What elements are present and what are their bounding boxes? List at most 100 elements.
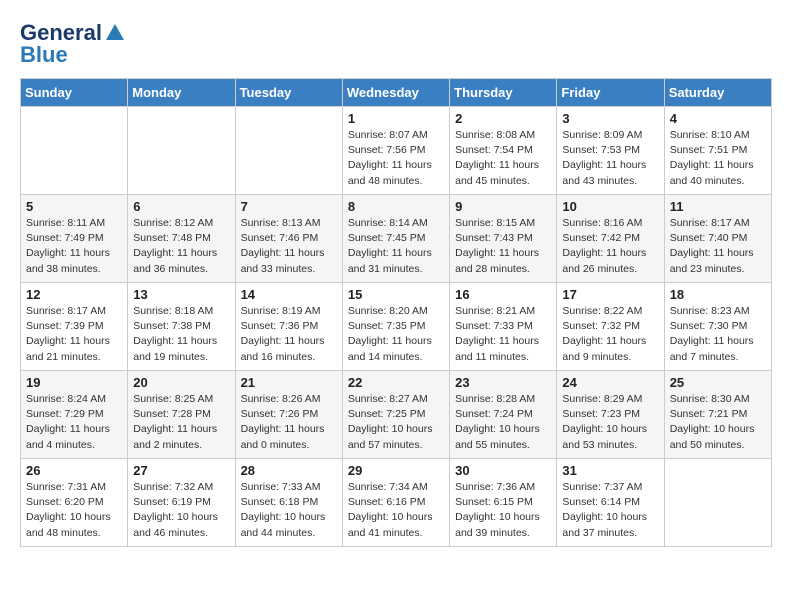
calendar-cell: 6 Sunrise: 8:12 AM Sunset: 7:48 PM Daylig… bbox=[128, 195, 235, 283]
day-info: Sunrise: 8:22 AM Sunset: 7:32 PM Dayligh… bbox=[562, 304, 658, 365]
day-info: Sunrise: 8:27 AM Sunset: 7:25 PM Dayligh… bbox=[348, 392, 444, 453]
calendar-cell: 4 Sunrise: 8:10 AM Sunset: 7:51 PM Daylig… bbox=[664, 107, 771, 195]
day-info: Sunrise: 8:24 AM Sunset: 7:29 PM Dayligh… bbox=[26, 392, 122, 453]
weekday-header-monday: Monday bbox=[128, 79, 235, 107]
calendar-cell: 26 Sunrise: 7:31 AM Sunset: 6:20 PM Dayli… bbox=[21, 459, 128, 547]
day-number: 17 bbox=[562, 287, 658, 302]
weekday-header-friday: Friday bbox=[557, 79, 664, 107]
day-number: 26 bbox=[26, 463, 122, 478]
calendar-cell: 18 Sunrise: 8:23 AM Sunset: 7:30 PM Dayli… bbox=[664, 283, 771, 371]
calendar-cell bbox=[21, 107, 128, 195]
weekday-header-row: SundayMondayTuesdayWednesdayThursdayFrid… bbox=[21, 79, 772, 107]
day-info: Sunrise: 7:32 AM Sunset: 6:19 PM Dayligh… bbox=[133, 480, 229, 541]
day-number: 9 bbox=[455, 199, 551, 214]
day-number: 18 bbox=[670, 287, 766, 302]
weekday-header-thursday: Thursday bbox=[450, 79, 557, 107]
calendar-cell: 14Sunrise: 8:19 AM Sunset: 7:36 PM Dayli… bbox=[235, 283, 342, 371]
day-number: 25 bbox=[670, 375, 766, 390]
day-info: Sunrise: 8:13 AM Sunset: 7:46 PM Dayligh… bbox=[241, 216, 337, 277]
day-info: Sunrise: 8:26 AM Sunset: 7:26 PM Dayligh… bbox=[241, 392, 337, 453]
calendar-cell: 30 Sunrise: 7:36 AM Sunset: 6:15 PM Dayli… bbox=[450, 459, 557, 547]
weekday-header-wednesday: Wednesday bbox=[342, 79, 449, 107]
day-info: Sunrise: 8:09 AM Sunset: 7:53 PM Dayligh… bbox=[562, 128, 658, 189]
calendar-cell: 15 Sunrise: 8:20 AM Sunset: 7:35 PM Dayli… bbox=[342, 283, 449, 371]
day-info: Sunrise: 8:21 AM Sunset: 7:33 PM Dayligh… bbox=[455, 304, 551, 365]
day-info: Sunrise: 8:23 AM Sunset: 7:30 PM Dayligh… bbox=[670, 304, 766, 365]
calendar-cell: 11 Sunrise: 8:17 AM Sunset: 7:40 PM Dayli… bbox=[664, 195, 771, 283]
day-number: 5 bbox=[26, 199, 122, 214]
day-number: 30 bbox=[455, 463, 551, 478]
day-number: 10 bbox=[562, 199, 658, 214]
day-info: Sunrise: 8:18 AM Sunset: 7:38 PM Dayligh… bbox=[133, 304, 229, 365]
day-number: 12 bbox=[26, 287, 122, 302]
calendar-cell: 10 Sunrise: 8:16 AM Sunset: 7:42 PM Dayli… bbox=[557, 195, 664, 283]
day-number: 31 bbox=[562, 463, 658, 478]
day-info: Sunrise: 8:25 AM Sunset: 7:28 PM Dayligh… bbox=[133, 392, 229, 453]
calendar-cell: 20 Sunrise: 8:25 AM Sunset: 7:28 PM Dayli… bbox=[128, 371, 235, 459]
calendar-table: SundayMondayTuesdayWednesdayThursdayFrid… bbox=[20, 78, 772, 547]
day-info: Sunrise: 7:33 AM Sunset: 6:18 PM Dayligh… bbox=[241, 480, 337, 541]
day-info: Sunrise: 8:10 AM Sunset: 7:51 PM Dayligh… bbox=[670, 128, 766, 189]
day-number: 8 bbox=[348, 199, 444, 214]
day-info: Sunrise: 8:17 AM Sunset: 7:39 PM Dayligh… bbox=[26, 304, 122, 365]
calendar-week-4: 19 Sunrise: 8:24 AM Sunset: 7:29 PM Dayli… bbox=[21, 371, 772, 459]
day-number: 21 bbox=[241, 375, 337, 390]
day-number: 1 bbox=[348, 111, 444, 126]
day-number: 15 bbox=[348, 287, 444, 302]
day-info: Sunrise: 8:20 AM Sunset: 7:35 PM Dayligh… bbox=[348, 304, 444, 365]
day-number: 16 bbox=[455, 287, 551, 302]
day-info: Sunrise: 7:31 AM Sunset: 6:20 PM Dayligh… bbox=[26, 480, 122, 541]
day-number: 19 bbox=[26, 375, 122, 390]
day-info: Sunrise: 7:36 AM Sunset: 6:15 PM Dayligh… bbox=[455, 480, 551, 541]
day-info: Sunrise: 8:07 AM Sunset: 7:56 PM Dayligh… bbox=[348, 128, 444, 189]
logo-icon bbox=[104, 22, 126, 44]
day-number: 27 bbox=[133, 463, 229, 478]
day-info: Sunrise: 8:08 AM Sunset: 7:54 PM Dayligh… bbox=[455, 128, 551, 189]
calendar-week-1: 1 Sunrise: 8:07 AM Sunset: 7:56 PM Daylig… bbox=[21, 107, 772, 195]
calendar-cell: 27 Sunrise: 7:32 AM Sunset: 6:19 PM Dayli… bbox=[128, 459, 235, 547]
day-number: 11 bbox=[670, 199, 766, 214]
calendar-cell: 12 Sunrise: 8:17 AM Sunset: 7:39 PM Dayli… bbox=[21, 283, 128, 371]
day-info: Sunrise: 8:16 AM Sunset: 7:42 PM Dayligh… bbox=[562, 216, 658, 277]
logo-blue: Blue bbox=[20, 42, 68, 68]
weekday-header-sunday: Sunday bbox=[21, 79, 128, 107]
day-info: Sunrise: 7:37 AM Sunset: 6:14 PM Dayligh… bbox=[562, 480, 658, 541]
calendar-cell: 21 Sunrise: 8:26 AM Sunset: 7:26 PM Dayli… bbox=[235, 371, 342, 459]
calendar-cell: 8Sunrise: 8:14 AM Sunset: 7:45 PM Daylig… bbox=[342, 195, 449, 283]
day-number: 4 bbox=[670, 111, 766, 126]
calendar-cell: 19 Sunrise: 8:24 AM Sunset: 7:29 PM Dayli… bbox=[21, 371, 128, 459]
calendar-cell: 7 Sunrise: 8:13 AM Sunset: 7:46 PM Daylig… bbox=[235, 195, 342, 283]
calendar-cell: 1 Sunrise: 8:07 AM Sunset: 7:56 PM Daylig… bbox=[342, 107, 449, 195]
day-number: 6 bbox=[133, 199, 229, 214]
day-number: 2 bbox=[455, 111, 551, 126]
day-info: Sunrise: 8:28 AM Sunset: 7:24 PM Dayligh… bbox=[455, 392, 551, 453]
calendar-cell bbox=[664, 459, 771, 547]
calendar-cell: 9 Sunrise: 8:15 AM Sunset: 7:43 PM Daylig… bbox=[450, 195, 557, 283]
day-number: 3 bbox=[562, 111, 658, 126]
day-info: Sunrise: 8:12 AM Sunset: 7:48 PM Dayligh… bbox=[133, 216, 229, 277]
day-number: 22 bbox=[348, 375, 444, 390]
weekday-header-tuesday: Tuesday bbox=[235, 79, 342, 107]
day-number: 29 bbox=[348, 463, 444, 478]
calendar-cell: 13 Sunrise: 8:18 AM Sunset: 7:38 PM Dayli… bbox=[128, 283, 235, 371]
calendar-cell: 16 Sunrise: 8:21 AM Sunset: 7:33 PM Dayli… bbox=[450, 283, 557, 371]
calendar-cell: 31 Sunrise: 7:37 AM Sunset: 6:14 PM Dayli… bbox=[557, 459, 664, 547]
calendar-week-3: 12 Sunrise: 8:17 AM Sunset: 7:39 PM Dayli… bbox=[21, 283, 772, 371]
calendar-cell: 2 Sunrise: 8:08 AM Sunset: 7:54 PM Daylig… bbox=[450, 107, 557, 195]
calendar-cell: 29Sunrise: 7:34 AM Sunset: 6:16 PM Dayli… bbox=[342, 459, 449, 547]
day-info: Sunrise: 8:17 AM Sunset: 7:40 PM Dayligh… bbox=[670, 216, 766, 277]
day-number: 13 bbox=[133, 287, 229, 302]
day-info: Sunrise: 8:15 AM Sunset: 7:43 PM Dayligh… bbox=[455, 216, 551, 277]
page-header: General Blue bbox=[20, 20, 772, 68]
weekday-header-saturday: Saturday bbox=[664, 79, 771, 107]
day-info: Sunrise: 8:30 AM Sunset: 7:21 PM Dayligh… bbox=[670, 392, 766, 453]
day-number: 24 bbox=[562, 375, 658, 390]
day-number: 7 bbox=[241, 199, 337, 214]
calendar-cell: 5Sunrise: 8:11 AM Sunset: 7:49 PM Daylig… bbox=[21, 195, 128, 283]
calendar-cell: 24Sunrise: 8:29 AM Sunset: 7:23 PM Dayli… bbox=[557, 371, 664, 459]
calendar-cell: 23 Sunrise: 8:28 AM Sunset: 7:24 PM Dayli… bbox=[450, 371, 557, 459]
day-number: 20 bbox=[133, 375, 229, 390]
calendar-cell: 3 Sunrise: 8:09 AM Sunset: 7:53 PM Daylig… bbox=[557, 107, 664, 195]
calendar-week-2: 5Sunrise: 8:11 AM Sunset: 7:49 PM Daylig… bbox=[21, 195, 772, 283]
day-number: 23 bbox=[455, 375, 551, 390]
